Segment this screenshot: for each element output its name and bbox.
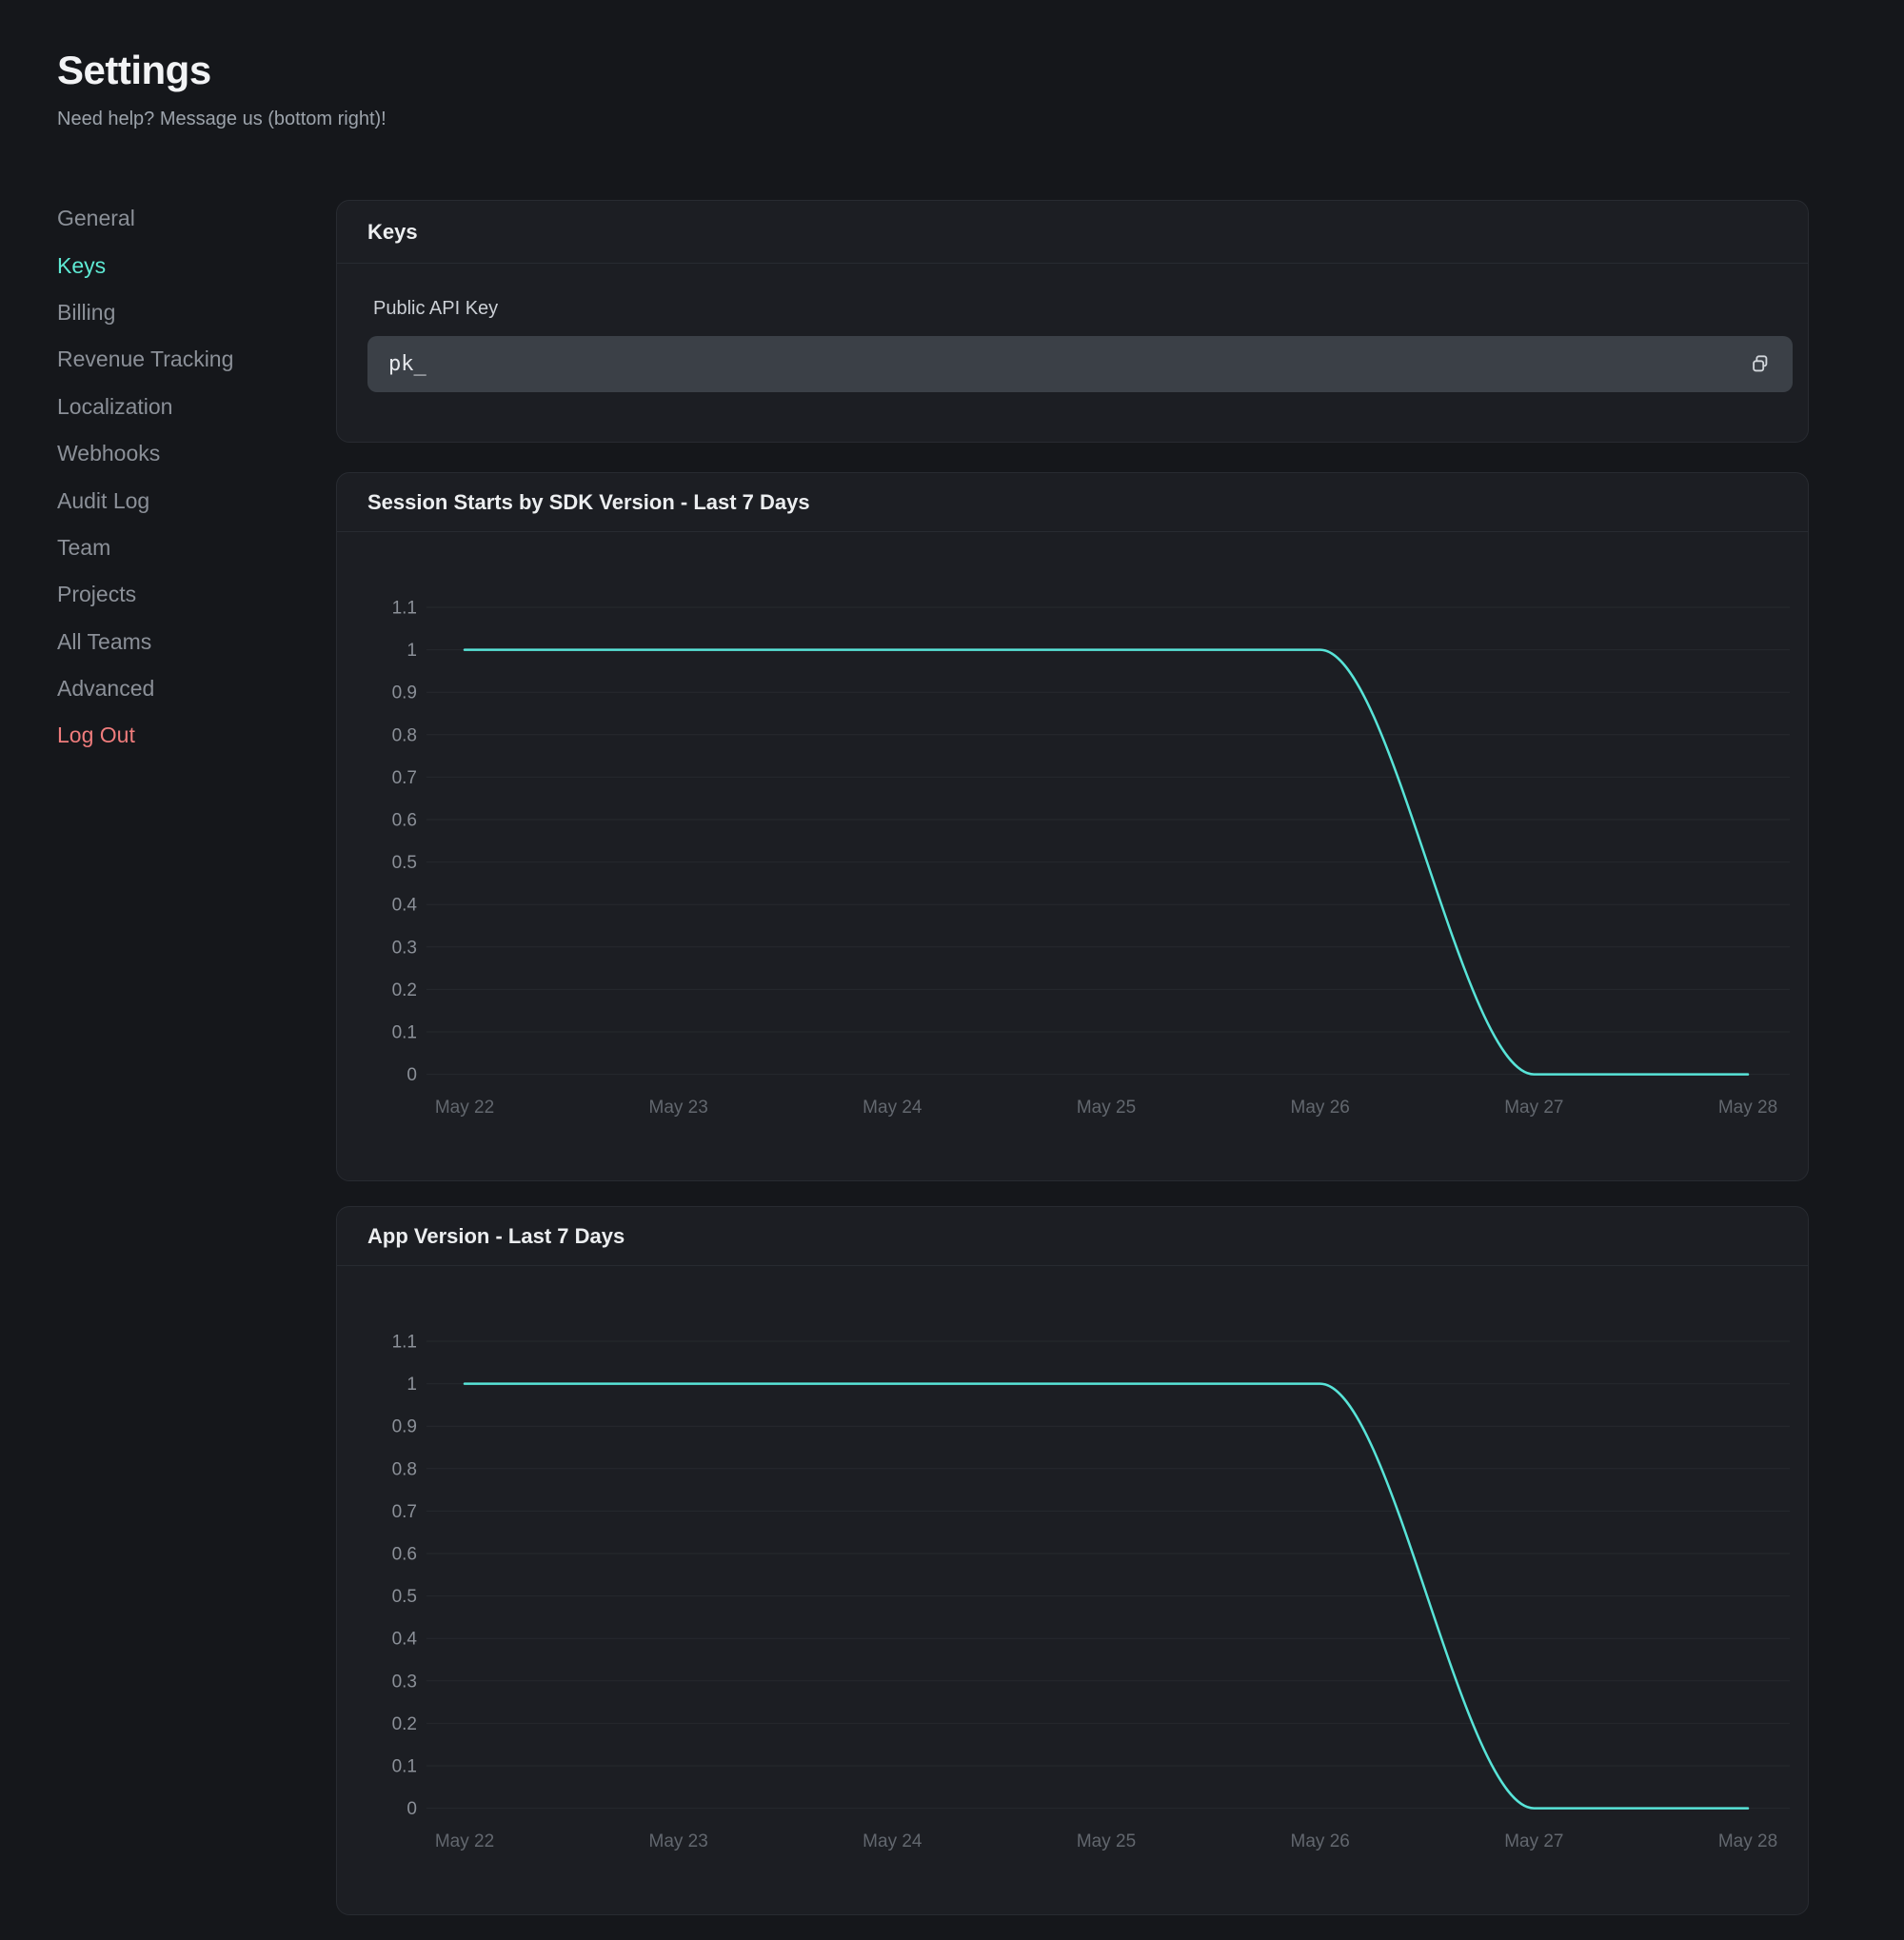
public-api-key-field bbox=[367, 336, 1793, 392]
y-tick-label: 0.4 bbox=[392, 896, 418, 916]
x-tick-label: May 23 bbox=[649, 1098, 708, 1118]
y-tick-label: 0.3 bbox=[392, 1672, 417, 1692]
sidebar-item-all-teams[interactable]: All Teams bbox=[57, 619, 305, 665]
y-tick-label: 0.8 bbox=[392, 1459, 417, 1479]
y-tick-label: 1 bbox=[407, 641, 417, 661]
sidebar-item-webhooks[interactable]: Webhooks bbox=[57, 430, 305, 477]
x-tick-label: May 25 bbox=[1077, 1098, 1136, 1118]
keys-card-body: Public API Key bbox=[337, 264, 1808, 442]
y-tick-label: 0.2 bbox=[392, 1714, 417, 1734]
settings-sidebar: GeneralKeysBillingRevenue TrackingLocali… bbox=[57, 195, 305, 760]
x-tick-label: May 27 bbox=[1504, 1098, 1563, 1118]
x-tick-label: May 24 bbox=[863, 1098, 922, 1118]
sdk-version-chart-card: Session Starts by SDK Version - Last 7 D… bbox=[336, 472, 1809, 1181]
sidebar-item-keys[interactable]: Keys bbox=[57, 242, 305, 288]
x-tick-label: May 26 bbox=[1291, 1831, 1350, 1851]
y-tick-label: 0.3 bbox=[392, 938, 417, 958]
page-title: Settings bbox=[57, 48, 387, 93]
x-tick-label: May 22 bbox=[435, 1098, 494, 1118]
x-tick-label: May 27 bbox=[1504, 1831, 1563, 1851]
sidebar-item-general[interactable]: General bbox=[57, 195, 305, 242]
sidebar-item-projects[interactable]: Projects bbox=[57, 571, 305, 618]
y-tick-label: 0.6 bbox=[392, 1545, 417, 1565]
y-tick-label: 0.7 bbox=[392, 768, 417, 788]
x-tick-label: May 22 bbox=[435, 1831, 494, 1851]
y-tick-label: 0.5 bbox=[392, 1587, 417, 1607]
app-version-chart-body: 1.1 1 0.9 0.8 0.7 0.6 0.5 0.4 0.3 0.2 0.1 0 May 22 Ma… bbox=[337, 1266, 1808, 1914]
y-tick-label: 0.7 bbox=[392, 1502, 417, 1522]
x-tick-label: May 26 bbox=[1291, 1098, 1350, 1118]
sdk-version-line-chart: 1.1 1 0.9 0.8 0.7 0.6 0.5 0.4 0.3 0.2 0.1 0 May 22 Ma… bbox=[337, 532, 1809, 1180]
app-version-line-chart: 1.1 1 0.9 0.8 0.7 0.6 0.5 0.4 0.3 0.2 0.1 0 May 22 Ma… bbox=[337, 1266, 1809, 1914]
page-subtitle: Need help? Message us (bottom right)! bbox=[57, 109, 387, 130]
y-tick-label: 0.1 bbox=[392, 1023, 417, 1043]
y-tick-label: 0.4 bbox=[392, 1630, 418, 1650]
x-tick-label: May 25 bbox=[1077, 1831, 1136, 1851]
y-tick-label: 1.1 bbox=[392, 1333, 417, 1353]
x-tick-label: May 28 bbox=[1718, 1831, 1777, 1851]
x-tick-label: May 23 bbox=[649, 1831, 708, 1851]
x-tick-label: May 24 bbox=[863, 1831, 922, 1851]
keys-card-title: Keys bbox=[367, 220, 418, 245]
sdk-version-chart-title: Session Starts by SDK Version - Last 7 D… bbox=[337, 473, 1808, 532]
sidebar-item-localization[interactable]: Localization bbox=[57, 384, 305, 430]
keys-card-header: Keys bbox=[337, 201, 1808, 264]
y-tick-label: 0 bbox=[407, 1065, 417, 1085]
sdk-version-chart-body: 1.1 1 0.9 0.8 0.7 0.6 0.5 0.4 0.3 0.2 0.1 0 May 22 Ma… bbox=[337, 532, 1808, 1180]
keys-card: Keys Public API Key bbox=[336, 200, 1809, 443]
copy-icon bbox=[1750, 354, 1771, 375]
sidebar-item-audit-log[interactable]: Audit Log bbox=[57, 477, 305, 524]
page-header: Settings Need help? Message us (bottom r… bbox=[57, 48, 387, 130]
sidebar-list: GeneralKeysBillingRevenue TrackingLocali… bbox=[57, 195, 305, 760]
app-version-chart-title: App Version - Last 7 Days bbox=[337, 1207, 1808, 1266]
y-tick-label: 0.2 bbox=[392, 980, 417, 1000]
sidebar-item-advanced[interactable]: Advanced bbox=[57, 665, 305, 712]
sidebar-item-revenue-tracking[interactable]: Revenue Tracking bbox=[57, 336, 305, 383]
y-tick-label: 0.8 bbox=[392, 725, 417, 745]
y-tick-label: 1.1 bbox=[392, 599, 417, 619]
y-tick-label: 0.9 bbox=[392, 683, 417, 703]
y-tick-label: 0.6 bbox=[392, 811, 417, 831]
sidebar-item-team[interactable]: Team bbox=[57, 525, 305, 571]
y-tick-label: 0.5 bbox=[392, 853, 417, 873]
y-tick-label: 0.9 bbox=[392, 1417, 417, 1437]
public-api-key-input[interactable] bbox=[387, 351, 1741, 377]
copy-api-key-button[interactable] bbox=[1741, 346, 1779, 384]
y-tick-label: 0 bbox=[407, 1799, 417, 1819]
public-api-key-label: Public API Key bbox=[373, 298, 1793, 320]
sidebar-item-log-out[interactable]: Log Out bbox=[57, 712, 305, 759]
sidebar-item-billing[interactable]: Billing bbox=[57, 289, 305, 336]
app-version-chart-card: App Version - Last 7 Days 1.1 1 0.9 0.8 0.7 0… bbox=[336, 1206, 1809, 1915]
y-tick-label: 1 bbox=[407, 1375, 417, 1395]
y-tick-label: 0.1 bbox=[392, 1757, 417, 1777]
x-tick-label: May 28 bbox=[1718, 1098, 1777, 1118]
